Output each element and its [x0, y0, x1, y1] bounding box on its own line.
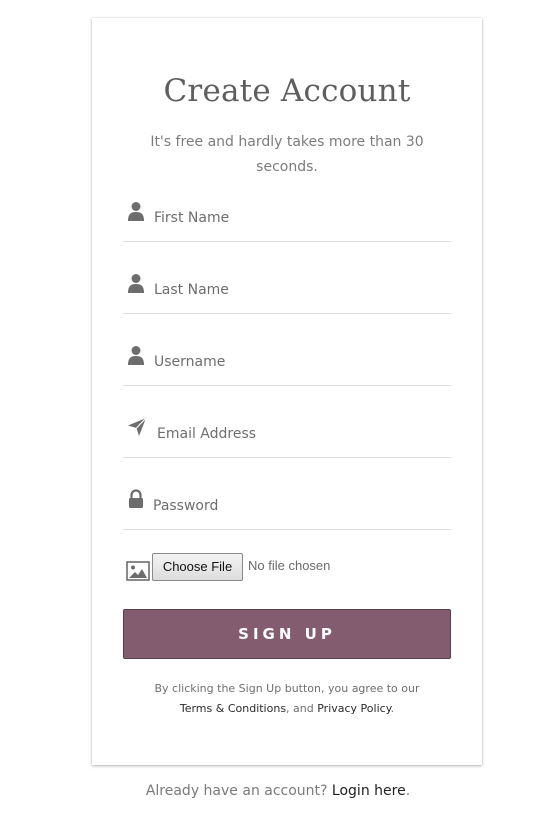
- terms-joiner: , and: [286, 702, 318, 715]
- sign-up-button[interactable]: SIGN UP: [123, 609, 451, 659]
- login-prompt: Already have an account? Login here.: [0, 783, 556, 799]
- last-name-placeholder: Last Name: [154, 282, 229, 298]
- page-subtitle: It's free and hardly takes more than 30 …: [150, 134, 424, 175]
- login-suffix: .: [405, 783, 411, 799]
- choose-file-button[interactable]: Choose File: [152, 553, 243, 581]
- signup-card: Create Account It's free and hardly take…: [92, 18, 482, 765]
- login-prompt-text: Already have an account?: [145, 783, 328, 799]
- paper-plane-icon: [127, 417, 147, 439]
- page-title: Create Account: [163, 73, 411, 109]
- password-field[interactable]: Password: [123, 489, 451, 530]
- file-status: No file chosen: [248, 558, 331, 573]
- username-field[interactable]: Username: [123, 345, 451, 386]
- user-icon: [127, 273, 145, 295]
- image-icon: [126, 561, 150, 581]
- first-name-placeholder: First Name: [154, 210, 230, 226]
- lock-icon: [127, 489, 145, 511]
- terms-suffix: .: [390, 702, 395, 715]
- first-name-field[interactable]: First Name: [123, 201, 451, 242]
- password-placeholder: Password: [153, 498, 219, 514]
- privacy-link[interactable]: Privacy Policy: [317, 702, 390, 715]
- terms-link[interactable]: Terms & Conditions: [180, 702, 286, 715]
- email-field[interactable]: Email Address: [123, 417, 451, 458]
- terms-notice: By clicking the Sign Up button, you agre…: [112, 679, 462, 719]
- username-placeholder: Username: [154, 354, 226, 370]
- last-name-field[interactable]: Last Name: [123, 273, 451, 314]
- email-placeholder: Email Address: [157, 426, 257, 442]
- user-icon: [127, 345, 145, 367]
- login-link[interactable]: Login here: [332, 783, 406, 799]
- terms-prefix: By clicking the Sign Up button, you agre…: [154, 682, 420, 695]
- user-icon: [127, 201, 145, 223]
- file-upload-row: Choose File No file chosen: [126, 553, 456, 583]
